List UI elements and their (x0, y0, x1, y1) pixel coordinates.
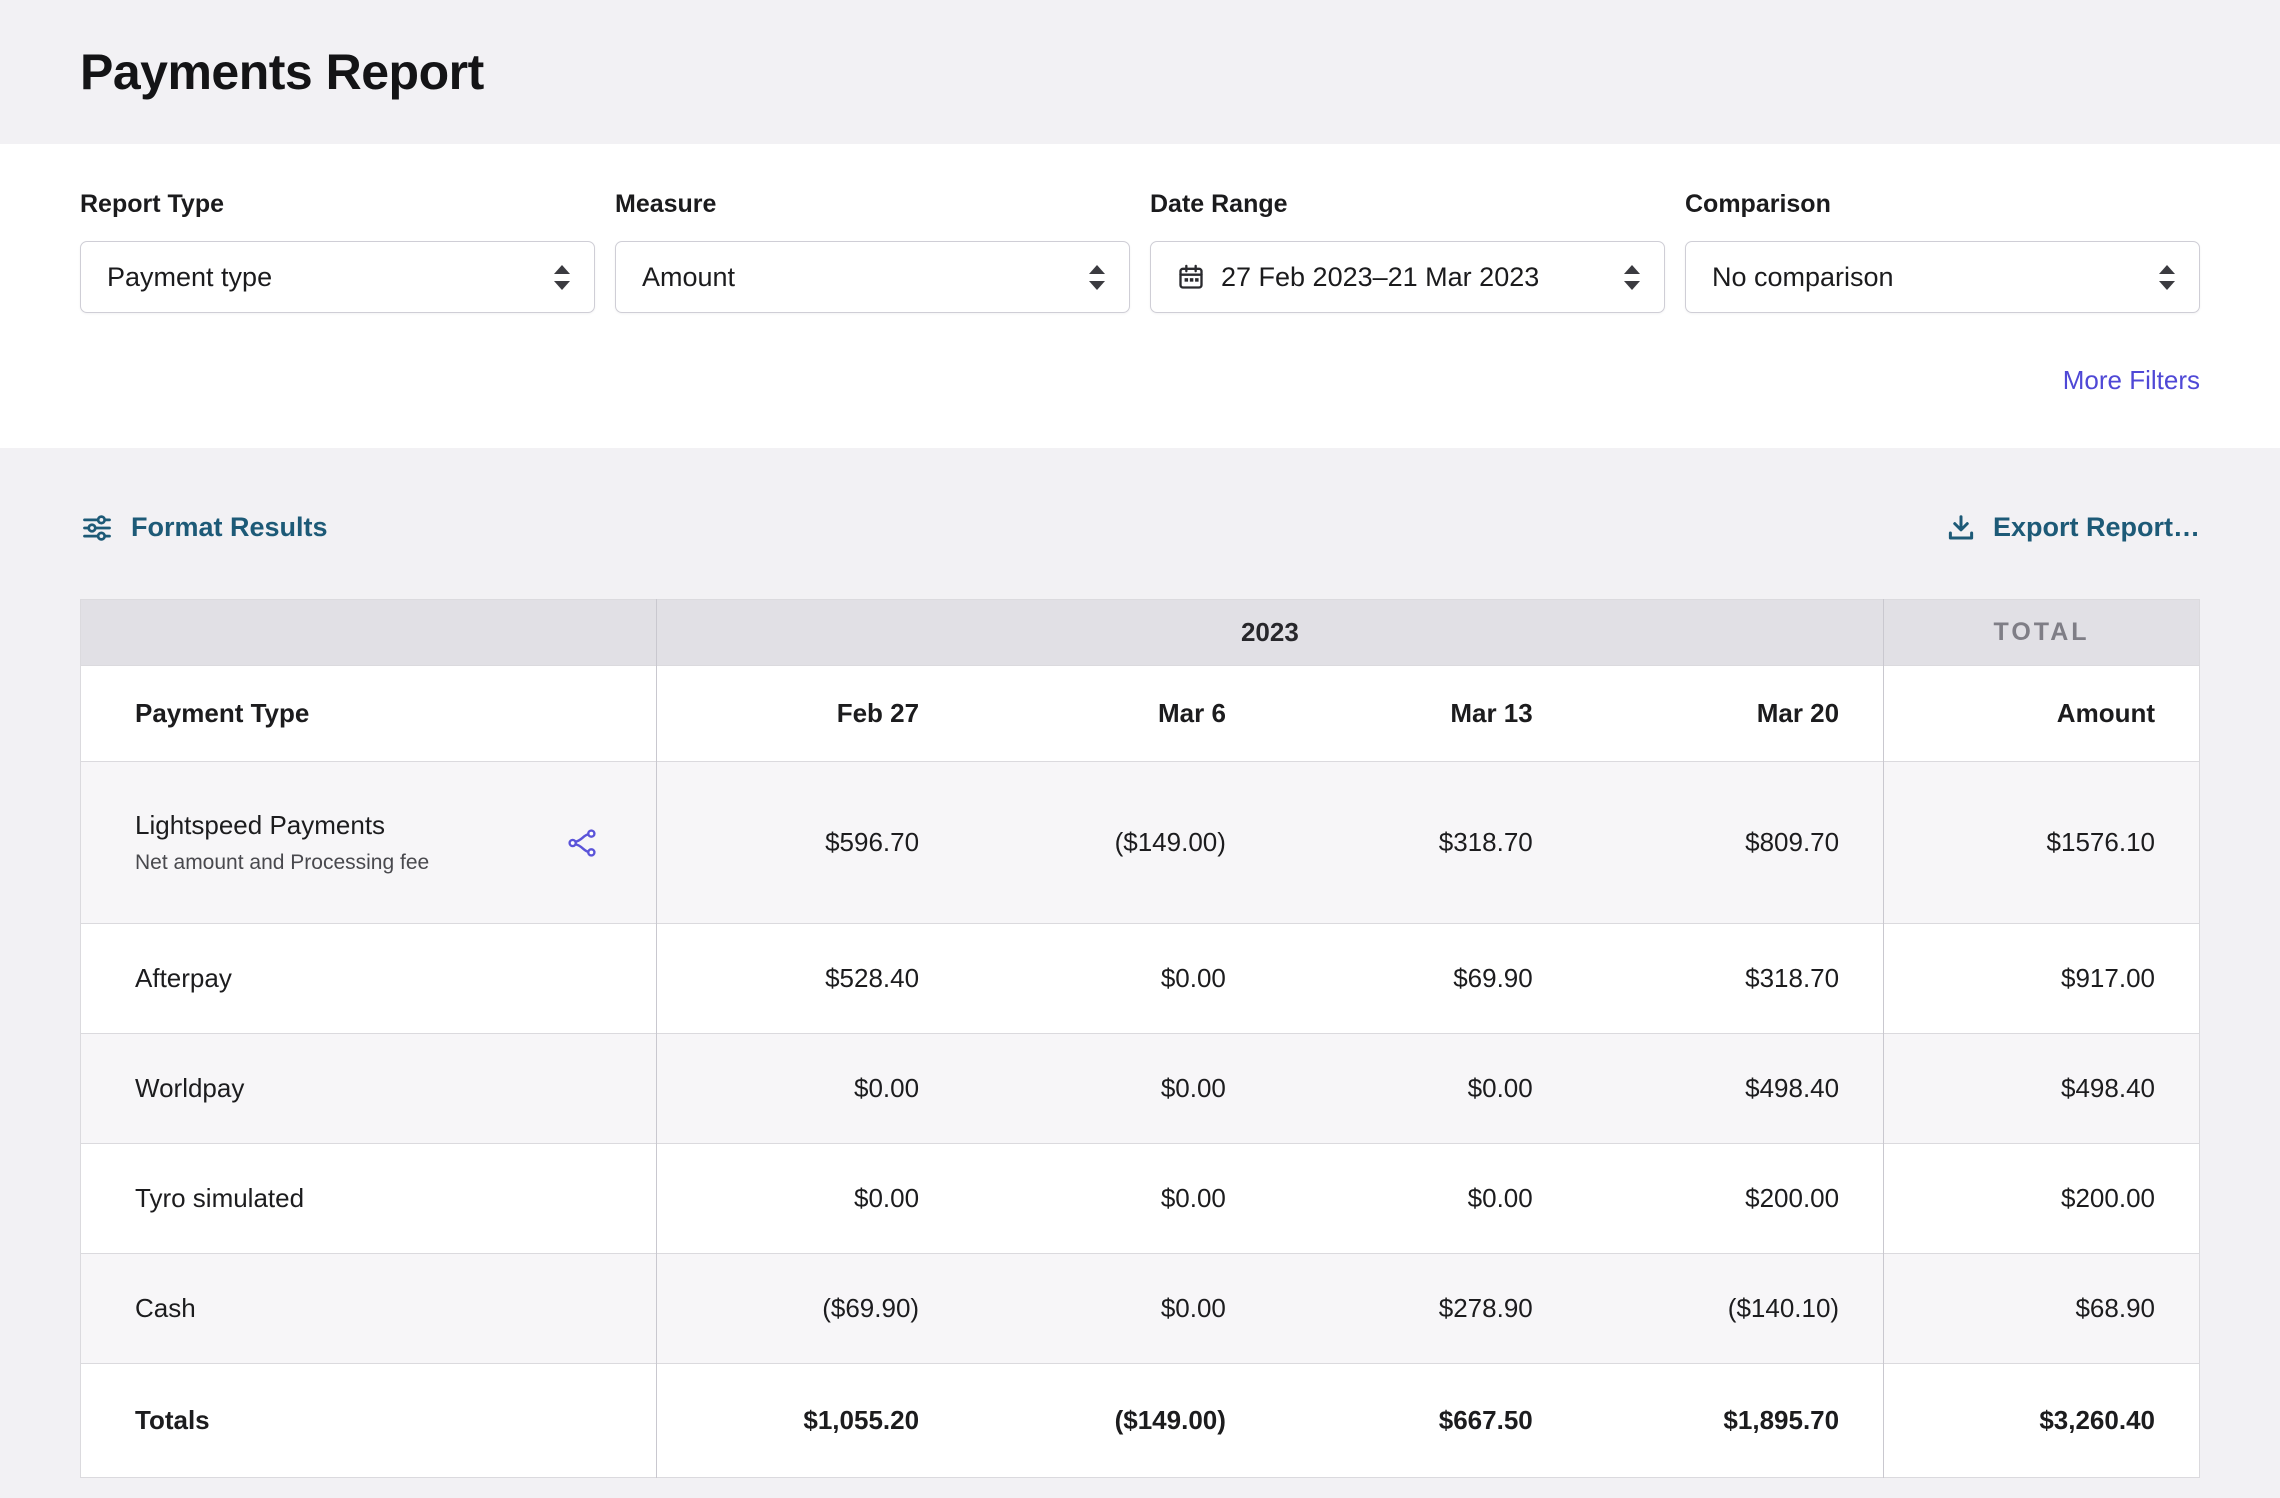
comparison-value: No comparison (1712, 262, 1894, 293)
branch-icon[interactable] (566, 827, 598, 859)
comparison-select[interactable]: No comparison (1685, 241, 2200, 313)
table-row: Worldpay $0.00 $0.00 $0.00 $498.40 $498.… (81, 1034, 2200, 1144)
payment-name: Lightspeed Payments (135, 810, 429, 841)
value-cell: $0.00 (963, 1144, 1270, 1254)
totals-label: Totals (81, 1364, 657, 1478)
value-cell: $0.00 (656, 1034, 963, 1144)
group-header-row: 2023 TOTAL (81, 600, 2200, 666)
payment-type-cell: Worldpay (81, 1034, 657, 1144)
value-cell: $809.70 (1577, 762, 1884, 924)
column-header-payment-type: Payment Type (81, 666, 657, 762)
value-cell: ($140.10) (1577, 1254, 1884, 1364)
value-cell: $596.70 (656, 762, 963, 924)
column-header-amount: Amount (1884, 666, 2200, 762)
more-filters-row: More Filters (80, 365, 2200, 400)
totals-row: Totals $1,055.20 ($149.00) $667.50 $1,89… (81, 1364, 2200, 1478)
table-row: Lightspeed Payments Net amount and Proce… (81, 762, 2200, 924)
value-cell: ($69.90) (656, 1254, 963, 1364)
stepper-icon (2159, 265, 2175, 290)
value-cell: $318.70 (1577, 924, 1884, 1034)
download-icon (1946, 513, 1976, 543)
table-row: Tyro simulated $0.00 $0.00 $0.00 $200.00… (81, 1144, 2200, 1254)
filter-panel: Report Type Payment type Measure Amount … (0, 144, 2280, 448)
column-header-date: Feb 27 (656, 666, 963, 762)
total-value-cell: $68.90 (1884, 1254, 2200, 1364)
export-report-button[interactable]: Export Report… (1946, 512, 2200, 543)
filter-group-date-range: Date Range 27 Feb 202 (1150, 190, 1665, 313)
filter-group-report-type: Report Type Payment type (80, 190, 595, 313)
format-results-button[interactable]: Format Results (80, 512, 328, 543)
measure-select[interactable]: Amount (615, 241, 1130, 313)
stepper-icon (1089, 265, 1105, 290)
value-cell: $69.90 (1270, 924, 1577, 1034)
value-cell: $0.00 (963, 1034, 1270, 1144)
value-cell: $200.00 (1577, 1144, 1884, 1254)
column-header-date: Mar 6 (963, 666, 1270, 762)
payment-subtitle: Net amount and Processing fee (135, 851, 429, 875)
page-header: Payments Report (0, 0, 2280, 144)
totals-value-cell: ($149.00) (963, 1364, 1270, 1478)
comparison-label: Comparison (1685, 190, 2200, 219)
export-report-label: Export Report… (1993, 512, 2200, 543)
more-filters-link[interactable]: More Filters (2063, 365, 2200, 395)
totals-value-cell: $1,895.70 (1577, 1364, 1884, 1478)
sliders-icon (80, 513, 114, 543)
stepper-icon (1624, 265, 1640, 290)
total-header: TOTAL (1884, 600, 2200, 666)
column-header-row: Payment Type Feb 27 Mar 6 Mar 13 Mar 20 … (81, 666, 2200, 762)
value-cell: $278.90 (1270, 1254, 1577, 1364)
report-type-value: Payment type (107, 262, 272, 293)
column-header-date: Mar 20 (1577, 666, 1884, 762)
results-section: Format Results Export Report… (0, 448, 2280, 1498)
report-table-wrap: 2023 TOTAL Payment Type Feb 27 Mar 6 Mar… (80, 599, 2200, 1478)
payment-type-cell: Lightspeed Payments Net amount and Proce… (81, 762, 657, 924)
table-row: Afterpay $528.40 $0.00 $69.90 $318.70 $9… (81, 924, 2200, 1034)
filter-group-measure: Measure Amount (615, 190, 1130, 313)
date-range-select[interactable]: 27 Feb 2023–21 Mar 2023 (1150, 241, 1665, 313)
corner-cell (81, 600, 657, 666)
filter-row: Report Type Payment type Measure Amount … (80, 190, 2200, 313)
format-results-label: Format Results (131, 512, 328, 543)
value-cell: $0.00 (656, 1144, 963, 1254)
value-cell: $528.40 (656, 924, 963, 1034)
total-value-cell: $200.00 (1884, 1144, 2200, 1254)
calendar-icon (1177, 263, 1205, 291)
payment-type-cell: Cash (81, 1254, 657, 1364)
date-range-value: 27 Feb 2023–21 Mar 2023 (1221, 262, 1539, 293)
report-type-select[interactable]: Payment type (80, 241, 595, 313)
results-toolbar: Format Results Export Report… (80, 512, 2200, 543)
value-cell: $0.00 (963, 924, 1270, 1034)
report-table: 2023 TOTAL Payment Type Feb 27 Mar 6 Mar… (80, 599, 2200, 1478)
total-value-cell: $917.00 (1884, 924, 2200, 1034)
total-value-cell: $1576.10 (1884, 762, 2200, 924)
column-header-date: Mar 13 (1270, 666, 1577, 762)
page-title: Payments Report (80, 43, 484, 101)
stepper-icon (554, 265, 570, 290)
payment-type-cell: Tyro simulated (81, 1144, 657, 1254)
value-cell: $498.40 (1577, 1034, 1884, 1144)
value-cell: ($149.00) (963, 762, 1270, 924)
totals-value-cell: $667.50 (1270, 1364, 1577, 1478)
value-cell: $0.00 (1270, 1144, 1577, 1254)
report-type-label: Report Type (80, 190, 595, 219)
filter-group-comparison: Comparison No comparison (1685, 190, 2200, 313)
table-row: Cash ($69.90) $0.00 $278.90 ($140.10) $6… (81, 1254, 2200, 1364)
value-cell: $0.00 (1270, 1034, 1577, 1144)
totals-value-cell: $1,055.20 (656, 1364, 963, 1478)
year-header: 2023 (656, 600, 1883, 666)
grand-total-cell: $3,260.40 (1884, 1364, 2200, 1478)
value-cell: $318.70 (1270, 762, 1577, 924)
value-cell: $0.00 (963, 1254, 1270, 1364)
total-value-cell: $498.40 (1884, 1034, 2200, 1144)
date-range-label: Date Range (1150, 190, 1665, 219)
payment-type-cell: Afterpay (81, 924, 657, 1034)
measure-label: Measure (615, 190, 1130, 219)
measure-value: Amount (642, 262, 735, 293)
